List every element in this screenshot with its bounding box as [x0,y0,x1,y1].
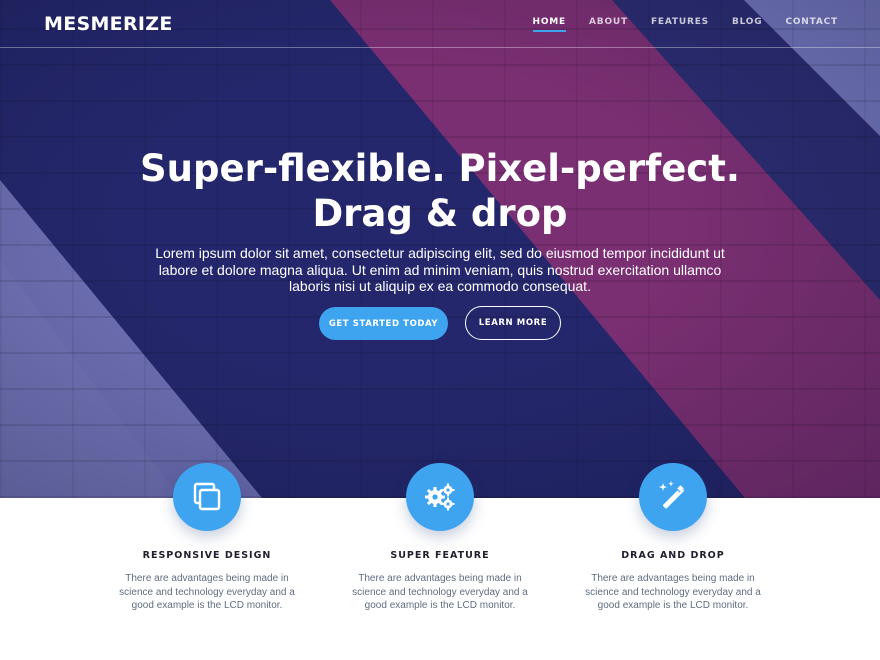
nav-features[interactable]: FEATURES [651,17,709,31]
page: MESMERIZE HOME ABOUT FEATURES BLOG CONTA… [0,0,880,660]
hero-title-line1: Super-flexible. Pixel-perfect. [140,147,740,190]
nav-contact[interactable]: CONTACT [785,17,838,31]
feature-title: SUPER FEATURE [390,550,490,561]
main-nav: HOME ABOUT FEATURES BLOG CONTACT [510,17,838,32]
hero-subtitle: Lorem ipsum dolor sit amet, consectetur … [155,245,725,294]
gears-icon [406,463,474,531]
hero-title-line2: Drag & drop [312,192,568,235]
feature-title: RESPONSIVE DESIGN [142,550,272,561]
top-navbar: MESMERIZE HOME ABOUT FEATURES BLOG CONTA… [0,0,880,48]
feature-description: There are advantages being made in scien… [119,573,295,611]
nav-about[interactable]: ABOUT [589,17,628,31]
magic-wand-icon [639,463,707,531]
hero-title: Super-flexible. Pixel-perfect. Drag & dr… [0,146,880,236]
windows-icon [173,463,241,531]
nav-home[interactable]: HOME [532,17,567,32]
get-started-button[interactable]: GET STARTED TODAY [319,307,448,340]
feature-description: There are advantages being made in scien… [352,573,528,611]
site-logo[interactable]: MESMERIZE [44,13,173,35]
feature-description: There are advantages being made in scien… [585,573,761,611]
feature-title: DRAG AND DROP [621,550,725,561]
nav-blog[interactable]: BLOG [732,17,763,31]
hero-section: MESMERIZE HOME ABOUT FEATURES BLOG CONTA… [0,0,880,498]
learn-more-button[interactable]: LEARN MORE [465,306,561,340]
